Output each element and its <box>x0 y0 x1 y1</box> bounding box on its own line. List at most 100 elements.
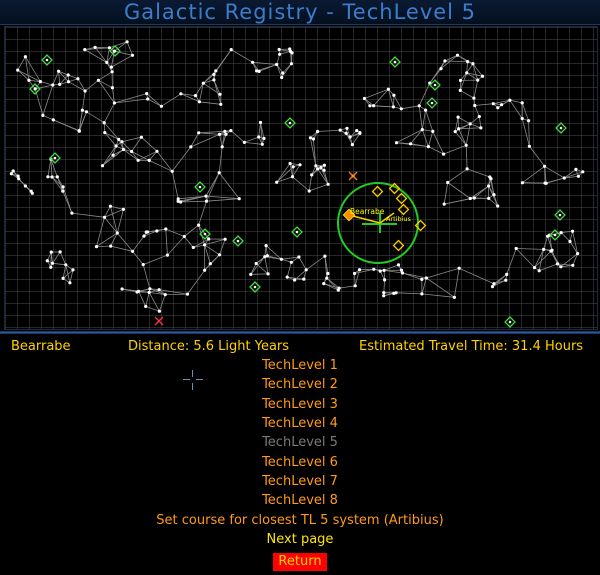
star-system[interactable] <box>83 89 87 93</box>
star-system[interactable] <box>189 145 193 149</box>
star-system[interactable] <box>458 88 462 92</box>
star-system[interactable] <box>84 110 89 114</box>
star-system[interactable] <box>362 96 367 101</box>
star-system[interactable] <box>455 53 460 57</box>
star-system[interactable] <box>163 293 167 297</box>
star-system[interactable] <box>197 131 201 135</box>
set-course-button[interactable]: Set course for closest TL 5 system (Arti… <box>0 512 600 530</box>
star-system[interactable] <box>275 180 279 184</box>
star-system[interactable] <box>83 48 87 52</box>
techlevel-star[interactable] <box>113 49 117 53</box>
star-system[interactable] <box>392 291 396 295</box>
star-system[interactable] <box>220 145 224 149</box>
star-system[interactable] <box>105 60 109 65</box>
star-system[interactable] <box>264 244 268 248</box>
star-system[interactable] <box>289 260 293 264</box>
star-system[interactable] <box>16 68 20 72</box>
star-system[interactable] <box>157 309 161 313</box>
star-system[interactable] <box>559 231 563 235</box>
star-system[interactable] <box>304 268 308 272</box>
star-system[interactable] <box>446 180 450 185</box>
star-system[interactable] <box>543 164 547 168</box>
star-system[interactable] <box>155 229 159 233</box>
star-system[interactable] <box>562 176 566 180</box>
star-system[interactable] <box>391 105 395 109</box>
star-system[interactable] <box>277 47 281 52</box>
star-system[interactable] <box>352 271 357 276</box>
star-system[interactable] <box>458 78 463 82</box>
star-system[interactable] <box>229 48 233 52</box>
star-system[interactable] <box>23 184 27 188</box>
star-system[interactable] <box>293 278 297 282</box>
star-system[interactable] <box>424 276 428 280</box>
star-system[interactable] <box>254 261 258 266</box>
star-system[interactable] <box>514 246 518 251</box>
star-system[interactable] <box>136 158 140 162</box>
star-system[interactable] <box>468 196 472 201</box>
star-system[interactable] <box>417 104 421 108</box>
star-system[interactable] <box>112 101 116 105</box>
star-system[interactable] <box>542 247 546 251</box>
star-system[interactable] <box>148 287 152 291</box>
star-system[interactable] <box>492 193 496 197</box>
star-system[interactable] <box>131 249 135 253</box>
star-system[interactable] <box>275 62 279 67</box>
star-system[interactable] <box>137 289 141 293</box>
star-system[interactable] <box>508 98 512 102</box>
star-system[interactable] <box>204 194 208 198</box>
star-system[interactable] <box>392 93 396 97</box>
menu-techlevel-1[interactable]: TechLevel 1 <box>0 357 600 375</box>
star-system[interactable] <box>281 71 285 75</box>
star-system[interactable] <box>61 185 65 189</box>
star-system[interactable] <box>51 118 55 122</box>
star-system[interactable] <box>120 287 124 291</box>
star-system[interactable] <box>164 227 168 231</box>
star-system[interactable] <box>504 278 508 282</box>
star-system[interactable] <box>185 292 190 296</box>
star-system[interactable] <box>93 45 97 49</box>
star-system[interactable] <box>338 128 342 132</box>
star-system[interactable] <box>121 207 125 211</box>
star-system[interactable] <box>307 189 311 193</box>
techlevel-star[interactable] <box>33 87 37 91</box>
star-system[interactable] <box>520 181 525 185</box>
star-system[interactable] <box>157 288 161 292</box>
star-system[interactable] <box>139 135 143 139</box>
star-system[interactable] <box>472 96 476 100</box>
star-system[interactable] <box>492 282 496 286</box>
star-system[interactable] <box>219 102 223 106</box>
star-system[interactable] <box>23 55 27 59</box>
star-system[interactable] <box>473 103 477 108</box>
star-system[interactable] <box>288 47 292 51</box>
star-system[interactable] <box>357 268 362 272</box>
star-system[interactable] <box>399 107 403 111</box>
star-system[interactable] <box>581 170 585 174</box>
star-system[interactable] <box>325 276 329 280</box>
menu-techlevel-3[interactable]: TechLevel 3 <box>0 396 600 414</box>
star-system[interactable] <box>302 277 306 281</box>
star-system[interactable] <box>223 129 227 133</box>
techlevel-star[interactable] <box>203 232 207 236</box>
star-system[interactable] <box>344 131 348 135</box>
star-system[interactable] <box>546 234 550 238</box>
star-system[interactable] <box>383 278 387 282</box>
star-system[interactable] <box>314 164 318 168</box>
star-system[interactable] <box>555 262 560 266</box>
star-system[interactable] <box>201 81 205 85</box>
star-system[interactable] <box>420 277 424 281</box>
star-system[interactable] <box>479 126 483 130</box>
menu-techlevel-2[interactable]: TechLevel 2 <box>0 376 600 394</box>
star-system[interactable] <box>100 164 105 168</box>
star-system[interactable] <box>382 294 386 298</box>
star-system[interactable] <box>41 113 45 117</box>
star-system[interactable] <box>115 231 119 235</box>
star-system[interactable] <box>291 165 295 169</box>
star-system[interactable] <box>96 78 100 82</box>
star-system[interactable] <box>543 181 547 185</box>
star-system[interactable] <box>130 149 134 154</box>
star-system[interactable] <box>471 62 475 66</box>
star-system[interactable] <box>288 161 292 166</box>
techlevel-star[interactable] <box>433 83 437 87</box>
star-system[interactable] <box>103 131 107 135</box>
star-system[interactable] <box>457 127 461 131</box>
